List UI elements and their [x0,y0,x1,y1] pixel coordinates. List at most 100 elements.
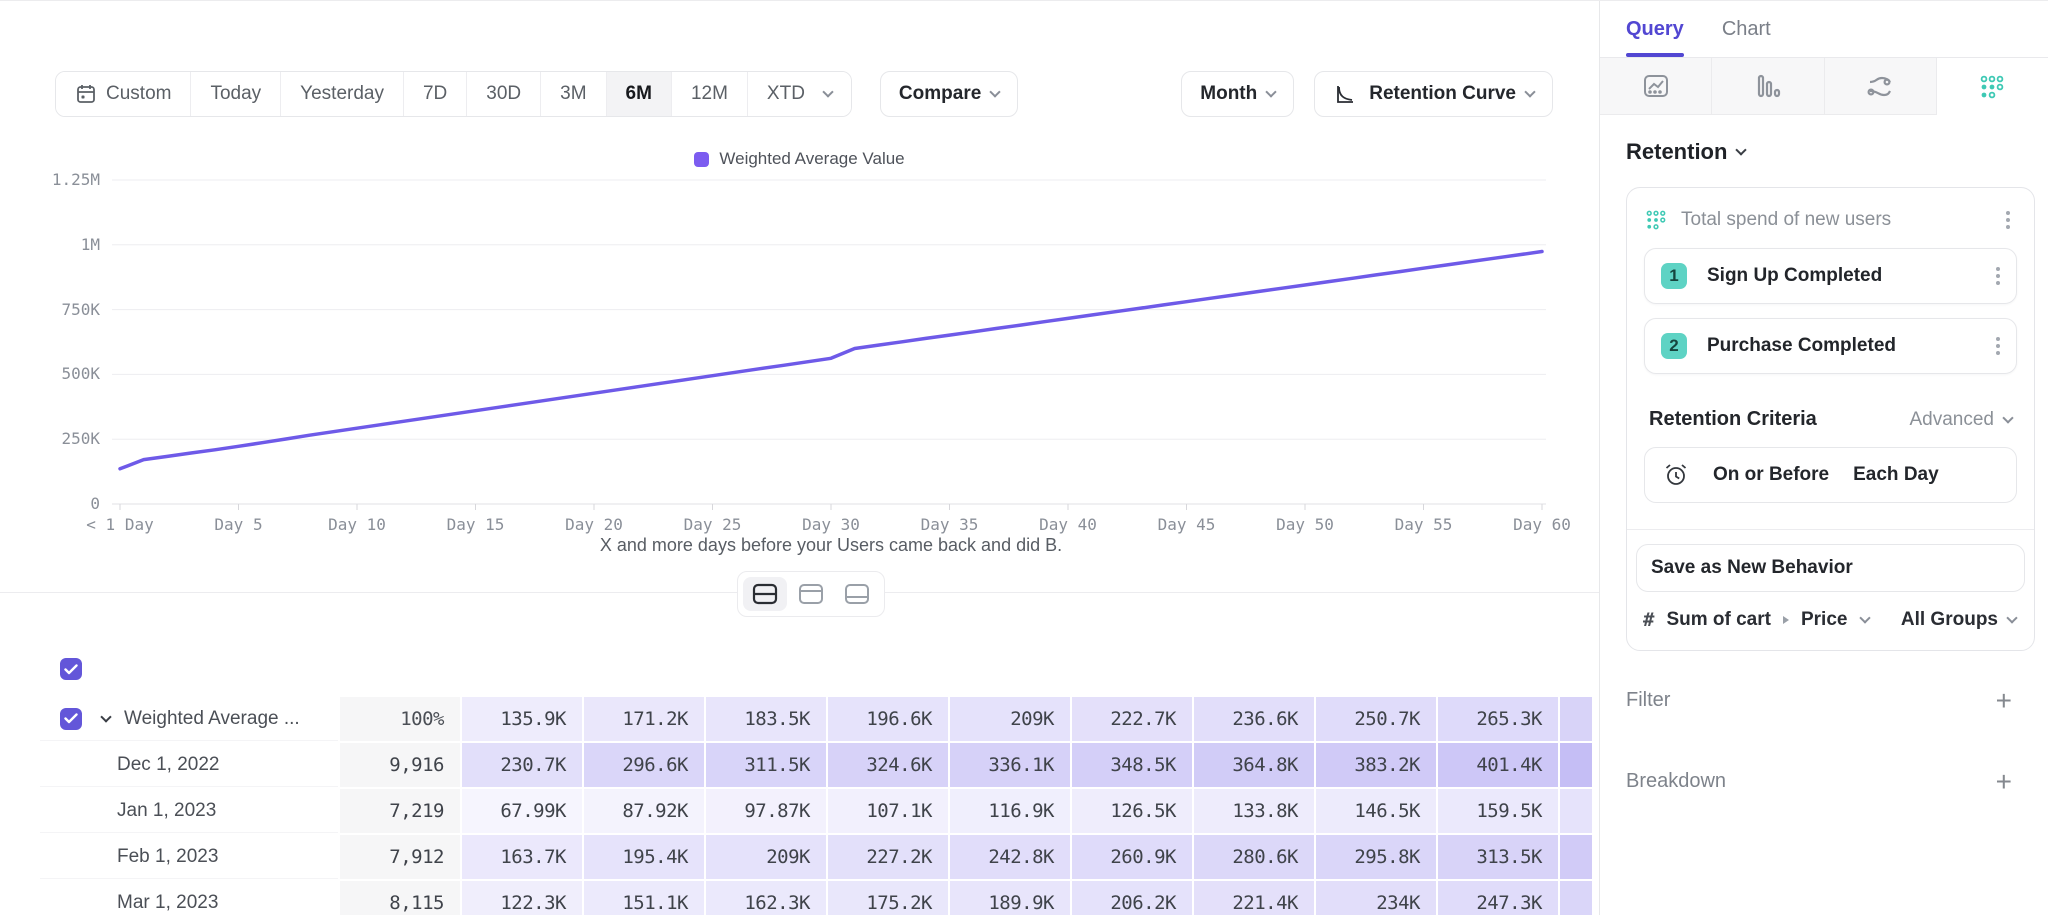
layout-chart-only-button[interactable] [789,577,833,611]
column-header[interactable] [1438,649,1558,689]
range-7d[interactable]: 7D [403,72,466,116]
column-header[interactable] [1194,649,1314,689]
behavior-menu-button[interactable] [2000,207,2016,233]
step-row-1[interactable]: 1 Sign Up Completed [1644,248,2017,304]
table-row[interactable]: Mar 1, 20238,115122.3K151.1K162.3K175.2K… [40,881,1599,915]
granularity-button[interactable]: Month [1181,71,1294,117]
step-row-2[interactable]: 2 Purchase Completed [1644,318,2017,374]
range-6m[interactable]: 6M [606,72,671,116]
chart-type-button[interactable]: Retention Curve [1314,71,1553,117]
value-cell[interactable]: 87.92K [584,789,704,833]
column-header-date[interactable] [40,649,338,689]
flows-view-button[interactable] [1825,58,1937,115]
value-cell[interactable]: 311.5K [706,743,826,787]
report-type-dropdown[interactable]: Retention [1626,139,2034,165]
weighted-average-line[interactable] [120,252,1542,469]
value-cell[interactable]: 221.4K [1194,881,1314,915]
value-cell[interactable]: 247.3K [1438,881,1558,915]
value-cell[interactable]: 295.8K [1316,835,1436,879]
value-cell[interactable]: 183.5K [706,697,826,741]
layout-table-only-button[interactable] [835,577,879,611]
compare-button[interactable]: Compare [880,71,1018,117]
range-30d[interactable]: 30D [466,72,540,116]
range-xtd[interactable]: XTD [747,72,851,116]
value-cell[interactable]: 116.9K [950,789,1070,833]
criteria-condition-dropdown[interactable]: On or Before [1713,464,1829,486]
value-cell[interactable]: 206.2K [1072,881,1192,915]
step-menu-button[interactable] [1990,263,2006,289]
save-as-new-behavior-button[interactable]: Save as New Behavior [1636,544,2025,592]
column-header[interactable] [1072,649,1192,689]
column-header[interactable] [828,649,948,689]
funnels-view-button[interactable] [1712,58,1824,115]
table-row[interactable]: Dec 1, 20229,916230.7K296.6K311.5K324.6K… [40,743,1599,787]
value-cell[interactable]: 209K [950,697,1070,741]
line-chart-canvas[interactable] [0,131,1599,513]
column-header[interactable] [462,649,582,689]
value-cell[interactable]: 313.5K [1438,835,1558,879]
column-header[interactable] [1316,649,1436,689]
value-cell[interactable]: 336.1K [950,743,1070,787]
value-cell[interactable]: 296.6K [584,743,704,787]
criteria-mode-dropdown[interactable]: Advanced [1909,409,2012,431]
value-cell[interactable]: 146.5K [1316,789,1436,833]
layout-split-button[interactable] [743,577,787,611]
value-cell[interactable]: 196.6K [828,697,948,741]
column-header[interactable] [340,649,460,689]
value-cell[interactable]: 171.2K [584,697,704,741]
value-cell[interactable]: 234K [1316,881,1436,915]
value-cell[interactable]: 260.9K [1072,835,1192,879]
value-cell[interactable]: 67.99K [462,789,582,833]
column-header[interactable] [584,649,704,689]
add-breakdown-button[interactable]: + [1996,772,2012,792]
value-cell[interactable]: 324.6K [828,743,948,787]
value-cell[interactable]: 189.9K [950,881,1070,915]
tab-query[interactable]: Query [1626,1,1684,57]
add-filter-button[interactable]: + [1996,691,2012,711]
select-all-checkbox[interactable] [60,658,82,680]
value-cell[interactable]: 236.6K [1194,697,1314,741]
value-cell[interactable]: 209K [706,835,826,879]
value-cell[interactable]: 265.3K [1438,697,1558,741]
table-row[interactable]: Jan 1, 20237,21967.99K87.92K97.87K107.1K… [40,789,1599,833]
step-menu-button[interactable] [1990,333,2006,359]
value-cell[interactable]: 107.1K [828,789,948,833]
value-cell[interactable]: 230.7K [462,743,582,787]
tab-chart[interactable]: Chart [1722,1,1771,57]
value-cell[interactable]: 97.87K [706,789,826,833]
value-cell[interactable]: 122.3K [462,881,582,915]
measurement-property-dropdown[interactable]: Sum of cart [1666,609,1771,631]
value-cell[interactable]: 348.5K [1072,743,1192,787]
value-cell[interactable]: 222.7K [1072,697,1192,741]
value-cell[interactable]: 364.8K [1194,743,1314,787]
value-cell[interactable]: 159.5K [1438,789,1558,833]
chevron-down-icon[interactable] [100,711,111,722]
column-header[interactable] [706,649,826,689]
row-checkbox[interactable] [60,708,82,730]
value-cell[interactable]: 175.2K [828,881,948,915]
value-cell[interactable]: 401.4K [1438,743,1558,787]
value-cell[interactable]: 135.9K [462,697,582,741]
value-cell[interactable]: 133.8K [1194,789,1314,833]
value-cell[interactable]: 227.2K [828,835,948,879]
retention-view-button[interactable] [1937,58,2048,115]
range-yesterday[interactable]: Yesterday [280,72,403,116]
groups-dropdown[interactable]: All Groups [1901,609,2016,631]
range-3m[interactable]: 3M [540,72,605,116]
value-cell[interactable]: 383.2K [1316,743,1436,787]
value-cell[interactable]: 151.1K [584,881,704,915]
behavior-header[interactable]: Total spend of new users [1627,188,2034,248]
criteria-frequency-dropdown[interactable]: Each Day [1853,464,1939,486]
value-cell[interactable]: 162.3K [706,881,826,915]
value-cell[interactable]: 163.7K [462,835,582,879]
value-cell[interactable]: 242.8K [950,835,1070,879]
range-today[interactable]: Today [190,72,280,116]
range-custom[interactable]: Custom [56,72,190,116]
value-cell[interactable]: 195.4K [584,835,704,879]
range-12m[interactable]: 12M [671,72,747,116]
value-cell[interactable]: 280.6K [1194,835,1314,879]
insights-view-button[interactable] [1600,58,1712,115]
table-row[interactable]: Feb 1, 20237,912163.7K195.4K209K227.2K24… [40,835,1599,879]
column-header[interactable] [950,649,1070,689]
table-row[interactable]: Weighted Average ...100%135.9K171.2K183.… [40,697,1599,741]
